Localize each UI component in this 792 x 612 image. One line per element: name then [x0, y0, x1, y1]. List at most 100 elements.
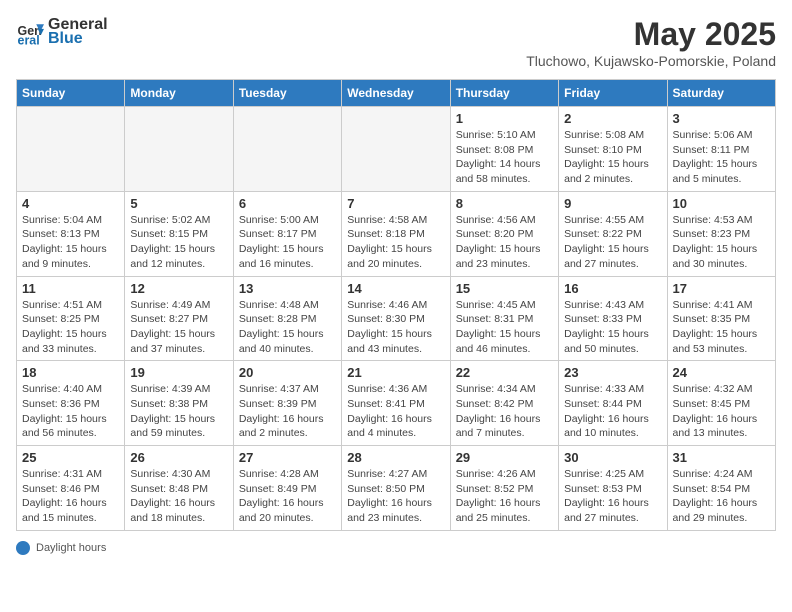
- day-number: 31: [673, 450, 770, 465]
- day-number: 16: [564, 281, 661, 296]
- day-number: 29: [456, 450, 553, 465]
- page-header: Gen eral General Blue May 2025 Tluchowo,…: [16, 16, 776, 69]
- day-cell: 22Sunrise: 4:34 AM Sunset: 8:42 PM Dayli…: [450, 361, 558, 446]
- sun-icon: [16, 541, 30, 555]
- day-cell: 21Sunrise: 4:36 AM Sunset: 8:41 PM Dayli…: [342, 361, 450, 446]
- day-info: Sunrise: 4:56 AM Sunset: 8:20 PM Dayligh…: [456, 213, 553, 272]
- day-info: Sunrise: 4:55 AM Sunset: 8:22 PM Dayligh…: [564, 213, 661, 272]
- day-cell: 8 Sunrise: 4:56 AM Sunset: 8:20 PM Daylig…: [450, 191, 558, 276]
- day-cell: 5 Sunrise: 5:02 AM Sunset: 8:15 PM Daylig…: [125, 191, 233, 276]
- day-info: Sunrise: 5:00 AM Sunset: 8:17 PM Dayligh…: [239, 213, 336, 272]
- col-header-thursday: Thursday: [450, 80, 558, 107]
- week-row-2: 4 Sunrise: 5:04 AM Sunset: 8:13 PM Daylig…: [17, 191, 776, 276]
- footer: Daylight hours: [16, 541, 776, 555]
- day-number: 15: [456, 281, 553, 296]
- day-number: 8: [456, 196, 553, 211]
- day-number: 5: [130, 196, 227, 211]
- day-cell: 17Sunrise: 4:41 AM Sunset: 8:35 PM Dayli…: [667, 276, 775, 361]
- week-row-5: 25Sunrise: 4:31 AM Sunset: 8:46 PM Dayli…: [17, 446, 776, 531]
- day-number: 25: [22, 450, 119, 465]
- day-cell: 12 Sunrise: 4:49 AM Sunset: 8:27 PM Dayli…: [125, 276, 233, 361]
- day-cell: [125, 107, 233, 192]
- day-cell: 25Sunrise: 4:31 AM Sunset: 8:46 PM Dayli…: [17, 446, 125, 531]
- day-number: 17: [673, 281, 770, 296]
- day-info: Sunrise: 4:46 AM Sunset: 8:30 PM Dayligh…: [347, 298, 444, 357]
- logo: Gen eral General Blue: [16, 16, 108, 48]
- day-cell: 27 Sunrise: 4:28 AM Sunset: 8:49 PM Dayli…: [233, 446, 341, 531]
- day-number: 23: [564, 365, 661, 380]
- day-number: 20: [239, 365, 336, 380]
- day-number: 27: [239, 450, 336, 465]
- calendar-table: SundayMondayTuesdayWednesdayThursdayFrid…: [16, 79, 776, 531]
- col-header-saturday: Saturday: [667, 80, 775, 107]
- day-info: Sunrise: 4:32 AM Sunset: 8:45 PM Dayligh…: [673, 382, 770, 441]
- day-number: 9: [564, 196, 661, 211]
- day-info: Sunrise: 4:45 AM Sunset: 8:31 PM Dayligh…: [456, 298, 553, 357]
- day-cell: 16 Sunrise: 4:43 AM Sunset: 8:33 PM Dayli…: [559, 276, 667, 361]
- svg-text:eral: eral: [18, 33, 40, 46]
- day-cell: 9 Sunrise: 4:55 AM Sunset: 8:22 PM Daylig…: [559, 191, 667, 276]
- day-info: Sunrise: 4:25 AM Sunset: 8:53 PM Dayligh…: [564, 467, 661, 526]
- week-row-3: 11 Sunrise: 4:51 AM Sunset: 8:25 PM Dayli…: [17, 276, 776, 361]
- location-subtitle: Tluchowo, Kujawsko-Pomorskie, Poland: [526, 53, 776, 69]
- day-cell: 24 Sunrise: 4:32 AM Sunset: 8:45 PM Dayli…: [667, 361, 775, 446]
- day-info: Sunrise: 5:04 AM Sunset: 8:13 PM Dayligh…: [22, 213, 119, 272]
- day-cell: 19 Sunrise: 4:39 AM Sunset: 8:38 PM Dayli…: [125, 361, 233, 446]
- day-info: Sunrise: 5:02 AM Sunset: 8:15 PM Dayligh…: [130, 213, 227, 272]
- day-number: 1: [456, 111, 553, 126]
- day-number: 13: [239, 281, 336, 296]
- day-info: Sunrise: 4:36 AM Sunset: 8:41 PM Dayligh…: [347, 382, 444, 441]
- day-number: 3: [673, 111, 770, 126]
- day-info: Sunrise: 4:34 AM Sunset: 8:42 PM Dayligh…: [456, 382, 553, 441]
- day-info: Sunrise: 4:51 AM Sunset: 8:25 PM Dayligh…: [22, 298, 119, 357]
- day-cell: 14 Sunrise: 4:46 AM Sunset: 8:30 PM Dayli…: [342, 276, 450, 361]
- day-cell: [233, 107, 341, 192]
- day-cell: 15 Sunrise: 4:45 AM Sunset: 8:31 PM Dayli…: [450, 276, 558, 361]
- day-cell: 31 Sunrise: 4:24 AM Sunset: 8:54 PM Dayli…: [667, 446, 775, 531]
- day-info: Sunrise: 4:58 AM Sunset: 8:18 PM Dayligh…: [347, 213, 444, 272]
- day-number: 28: [347, 450, 444, 465]
- day-cell: 18 Sunrise: 4:40 AM Sunset: 8:36 PM Dayli…: [17, 361, 125, 446]
- day-number: 6: [239, 196, 336, 211]
- day-cell: 28Sunrise: 4:27 AM Sunset: 8:50 PM Dayli…: [342, 446, 450, 531]
- day-number: 24: [673, 365, 770, 380]
- title-block: May 2025 Tluchowo, Kujawsko-Pomorskie, P…: [526, 16, 776, 69]
- day-cell: 26Sunrise: 4:30 AM Sunset: 8:48 PM Dayli…: [125, 446, 233, 531]
- day-number: 11: [22, 281, 119, 296]
- week-row-1: 1 Sunrise: 5:10 AM Sunset: 8:08 PM Daylig…: [17, 107, 776, 192]
- col-header-monday: Monday: [125, 80, 233, 107]
- day-number: 10: [673, 196, 770, 211]
- day-info: Sunrise: 4:37 AM Sunset: 8:39 PM Dayligh…: [239, 382, 336, 441]
- day-info: Sunrise: 4:26 AM Sunset: 8:52 PM Dayligh…: [456, 467, 553, 526]
- day-number: 18: [22, 365, 119, 380]
- day-info: Sunrise: 4:49 AM Sunset: 8:27 PM Dayligh…: [130, 298, 227, 357]
- calendar-header-row: SundayMondayTuesdayWednesdayThursdayFrid…: [17, 80, 776, 107]
- week-row-4: 18 Sunrise: 4:40 AM Sunset: 8:36 PM Dayli…: [17, 361, 776, 446]
- day-cell: 23 Sunrise: 4:33 AM Sunset: 8:44 PM Dayli…: [559, 361, 667, 446]
- day-cell: 13 Sunrise: 4:48 AM Sunset: 8:28 PM Dayli…: [233, 276, 341, 361]
- day-number: 19: [130, 365, 227, 380]
- col-header-sunday: Sunday: [17, 80, 125, 107]
- day-info: Sunrise: 4:48 AM Sunset: 8:28 PM Dayligh…: [239, 298, 336, 357]
- day-number: 14: [347, 281, 444, 296]
- day-info: Sunrise: 4:39 AM Sunset: 8:38 PM Dayligh…: [130, 382, 227, 441]
- day-info: Sunrise: 4:33 AM Sunset: 8:44 PM Dayligh…: [564, 382, 661, 441]
- day-cell: 20 Sunrise: 4:37 AM Sunset: 8:39 PM Dayli…: [233, 361, 341, 446]
- day-cell: 10 Sunrise: 4:53 AM Sunset: 8:23 PM Dayli…: [667, 191, 775, 276]
- day-cell: 1 Sunrise: 5:10 AM Sunset: 8:08 PM Daylig…: [450, 107, 558, 192]
- day-number: 4: [22, 196, 119, 211]
- day-info: Sunrise: 4:28 AM Sunset: 8:49 PM Dayligh…: [239, 467, 336, 526]
- logo-icon: Gen eral: [16, 18, 44, 46]
- day-number: 30: [564, 450, 661, 465]
- day-cell: 2Sunrise: 5:08 AM Sunset: 8:10 PM Daylig…: [559, 107, 667, 192]
- day-number: 12: [130, 281, 227, 296]
- day-cell: 3Sunrise: 5:06 AM Sunset: 8:11 PM Daylig…: [667, 107, 775, 192]
- col-header-friday: Friday: [559, 80, 667, 107]
- day-info: Sunrise: 4:40 AM Sunset: 8:36 PM Dayligh…: [22, 382, 119, 441]
- day-info: Sunrise: 5:10 AM Sunset: 8:08 PM Dayligh…: [456, 128, 553, 187]
- day-info: Sunrise: 5:08 AM Sunset: 8:10 PM Dayligh…: [564, 128, 661, 187]
- day-info: Sunrise: 4:53 AM Sunset: 8:23 PM Dayligh…: [673, 213, 770, 272]
- day-cell: 30 Sunrise: 4:25 AM Sunset: 8:53 PM Dayli…: [559, 446, 667, 531]
- day-info: Sunrise: 4:43 AM Sunset: 8:33 PM Dayligh…: [564, 298, 661, 357]
- day-info: Sunrise: 4:24 AM Sunset: 8:54 PM Dayligh…: [673, 467, 770, 526]
